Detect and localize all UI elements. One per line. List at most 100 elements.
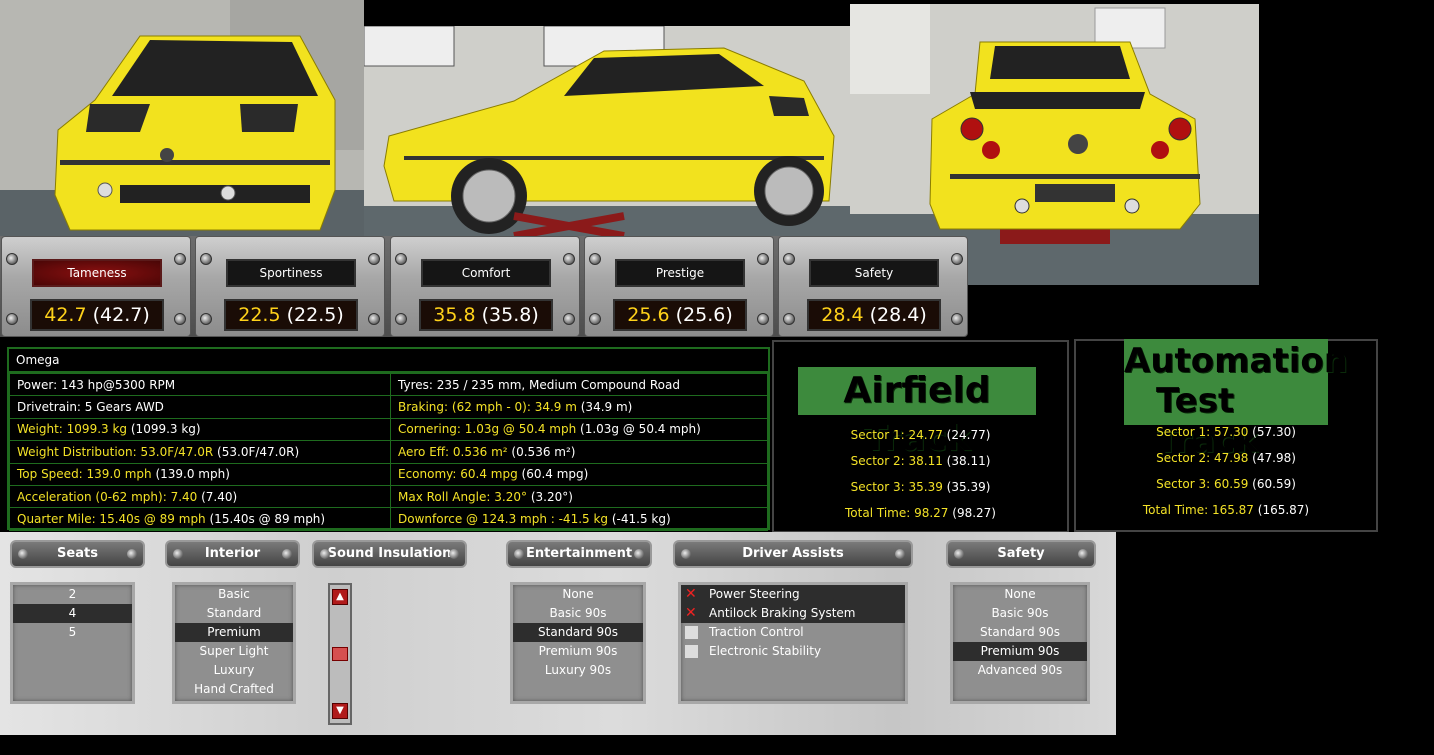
safety-option[interactable]: None	[953, 585, 1087, 604]
bolt-icon	[589, 253, 601, 265]
seats-option[interactable]: 4	[13, 604, 132, 623]
stats-row: Power: 143 hp@5300 RPM Tyres: 235 / 235 m…	[9, 372, 768, 397]
stat-cell: Economy: 60.4 mpg (60.4 mpg)	[390, 462, 768, 486]
slider-thumb[interactable]	[332, 647, 348, 661]
airfield-total-time: Total Time: 98.27 (98.27)	[845, 506, 996, 520]
safety-option[interactable]: Standard 90s	[953, 623, 1087, 642]
slider-up-button[interactable]: ▲	[332, 589, 348, 605]
automation-track-panel: Automation Test Track Sector 1: 57.30 (5…	[1074, 339, 1378, 532]
entertainment-option[interactable]: None	[513, 585, 643, 604]
unchecked-box-icon[interactable]	[685, 645, 698, 658]
bolt-icon	[395, 313, 407, 325]
airfield-sector-2: Sector 2: 38.11 (38.11)	[850, 454, 991, 468]
gauge-label: Tameness	[32, 259, 162, 287]
gauge-value: 25.6 (25.6)	[613, 299, 747, 331]
gauge-tameness[interactable]: Tameness 42.7 (42.7)	[1, 236, 191, 337]
driver-assist-label: Power Steering	[709, 587, 800, 601]
bolt-icon	[127, 549, 137, 559]
gauge-label: Sportiness	[226, 259, 356, 287]
entertainment-option[interactable]: Basic 90s	[513, 604, 643, 623]
stat-cell: Aero Eff: 0.536 m² (0.536 m²)	[390, 440, 768, 464]
bolt-icon	[320, 549, 330, 559]
bolt-icon	[895, 549, 905, 559]
interior-option[interactable]: Luxury	[175, 661, 293, 680]
stat-cell: Downforce @ 124.3 mph : -41.5 kg (-41.5 …	[390, 507, 768, 531]
checked-x-icon[interactable]: ✕	[685, 604, 697, 623]
car-side-view	[364, 26, 850, 236]
gauge-sportiness[interactable]: Sportiness 22.5 (22.5)	[195, 236, 385, 337]
bolt-icon	[951, 313, 963, 325]
bolt-icon	[757, 313, 769, 325]
safety-option[interactable]: Advanced 90s	[953, 661, 1087, 680]
stats-row: Quarter Mile: 15.40s @ 89 mph (15.40s @ …	[9, 507, 768, 531]
checked-x-icon[interactable]: ✕	[685, 585, 697, 604]
automation-track-title-line2: Test Track	[1156, 381, 1258, 461]
gauge-base: (28.4)	[869, 304, 927, 326]
interior-header: Interior	[165, 540, 300, 568]
seats-list: 245	[10, 582, 135, 704]
automation-total-time: Total Time: 165.87 (165.87)	[1142, 503, 1310, 517]
driver-assist-option[interactable]: Electronic Stability	[681, 642, 905, 661]
stat-cell: Braking: (62 mph - 0): 34.9 m (34.9 m)	[390, 395, 768, 419]
bolt-icon	[395, 253, 407, 265]
driver-assist-label: Antilock Braking System	[709, 606, 856, 620]
sound-insulation-slider[interactable]: ▲ ▼	[328, 583, 352, 725]
stat-cell: Tyres: 235 / 235 mm, Medium Compound Roa…	[390, 372, 768, 397]
entertainment-list: None Basic 90s Standard 90s Premium 90s Luxu…	[510, 582, 646, 704]
entertainment-option[interactable]: Premium 90s	[513, 642, 643, 661]
stats-row: Weight: 1099.3 kg (1099.3 kg) Cornering: …	[9, 417, 768, 442]
stat-cell: Max Roll Angle: 3.20° (3.20°)	[390, 484, 768, 509]
options-panel: Seats Interior Sound Insulation Entertai…	[0, 532, 1116, 735]
safety-header: Safety	[946, 540, 1096, 568]
bolt-icon	[449, 549, 459, 559]
gauge-prestige[interactable]: Prestige 25.6 (25.6)	[584, 236, 774, 337]
driver-assist-option[interactable]: ✕ Antilock Braking System	[681, 604, 905, 623]
automation-sector-2: Sector 2: 47.98 (47.98)	[1156, 451, 1296, 465]
stats-row: Weight Distribution: 53.0F/47.0R (53.0F/…	[9, 440, 768, 464]
driver-assist-option[interactable]: ✕ Power Steering	[681, 585, 905, 604]
seats-option[interactable]: 2	[13, 585, 132, 604]
car-front-view	[0, 0, 364, 236]
stat-cell: Top Speed: 139.0 mph (139.0 mph)	[9, 462, 391, 486]
driver-assist-option[interactable]: Traction Control	[681, 623, 905, 642]
bolt-icon	[6, 253, 18, 265]
gauge-safety[interactable]: Safety 28.4 (28.4)	[778, 236, 968, 337]
gauge-current: 35.8	[433, 304, 476, 326]
gauge-comfort[interactable]: Comfort 35.8 (35.8)	[390, 236, 580, 337]
bolt-icon	[18, 549, 28, 559]
car-name: Omega	[9, 349, 768, 373]
car-stats-panel: Omega Power: 143 hp@5300 RPM Tyres: 235 /…	[7, 347, 770, 531]
bolt-icon	[368, 253, 380, 265]
bolt-icon	[757, 253, 769, 265]
interior-option[interactable]: Super Light	[175, 642, 293, 661]
bolt-icon	[173, 549, 183, 559]
safety-option[interactable]: Basic 90s	[953, 604, 1087, 623]
unchecked-box-icon[interactable]	[685, 626, 698, 639]
entertainment-option[interactable]: Standard 90s	[513, 623, 643, 642]
car-side-image	[364, 26, 850, 236]
stats-row: Drivetrain: 5 Gears AWD Braking: (62 mph …	[9, 395, 768, 419]
bolt-icon	[200, 253, 212, 265]
gauge-base: (35.8)	[481, 304, 539, 326]
interior-option[interactable]: Premium	[175, 623, 293, 642]
gauge-label: Safety	[809, 259, 939, 287]
slider-down-button[interactable]: ▼	[332, 703, 348, 719]
bolt-icon	[563, 313, 575, 325]
airfield-track-title: Airfield Track	[798, 367, 1036, 459]
driver-assist-label: Traction Control	[709, 625, 804, 639]
bolt-icon	[634, 549, 644, 559]
interior-list: Basic Standard Premium Super Light Luxury Han…	[172, 582, 296, 704]
entertainment-header: Entertainment	[506, 540, 652, 568]
automation-track-title-line1: Automation	[1124, 341, 1348, 381]
bolt-icon	[6, 313, 18, 325]
interior-option[interactable]: Standard	[175, 604, 293, 623]
interior-option[interactable]: Hand Crafted	[175, 680, 293, 699]
interior-option[interactable]: Basic	[175, 585, 293, 604]
driver-assists-list: ✕ Power Steering ✕ Antilock Braking System T…	[678, 582, 908, 704]
safety-option[interactable]: Premium 90s	[953, 642, 1087, 661]
stats-row: Top Speed: 139.0 mph (139.0 mph) Economy:…	[9, 462, 768, 486]
stat-cell: Weight Distribution: 53.0F/47.0R (53.0F/…	[9, 440, 391, 464]
seats-option[interactable]: 5	[13, 623, 132, 642]
entertainment-option[interactable]: Luxury 90s	[513, 661, 643, 680]
gauge-label: Prestige	[615, 259, 745, 287]
